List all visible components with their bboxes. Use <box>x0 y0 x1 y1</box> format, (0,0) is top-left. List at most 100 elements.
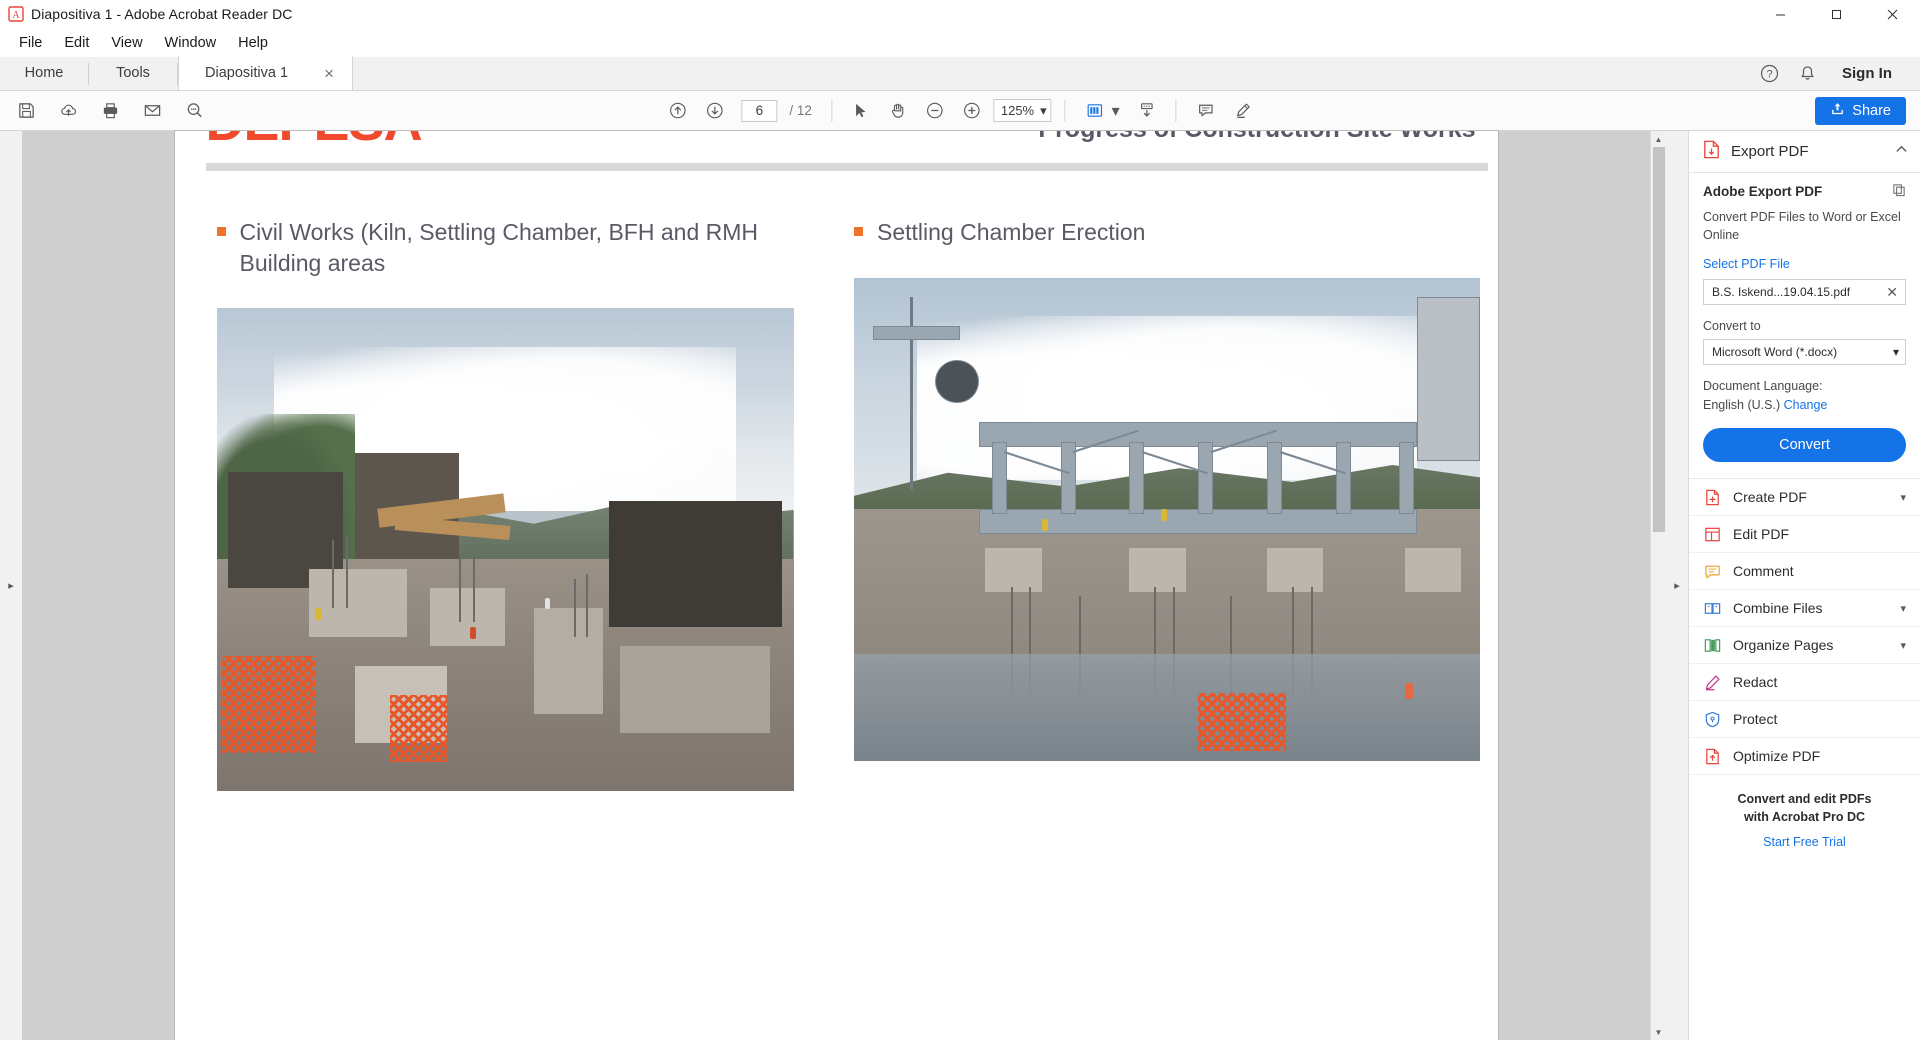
toolbar-left-group <box>0 96 210 126</box>
fit-page-icon[interactable] <box>1079 96 1111 126</box>
start-free-trial-link[interactable]: Start Free Trial <box>1707 835 1902 849</box>
page-up-icon[interactable] <box>661 96 693 126</box>
document-language-value: English (U.S.) <box>1703 398 1781 413</box>
bullet-item: Settling Chamber Erection <box>854 217 1482 248</box>
bullet-square-icon <box>216 227 226 236</box>
email-icon[interactable] <box>136 96 168 126</box>
tool-label: Edit PDF <box>1733 526 1790 543</box>
selected-file-field[interactable]: B.S. Iskend...19.04.15.pdf ✕ <box>1703 279 1906 306</box>
chevron-down-icon[interactable]: ▾ <box>1900 639 1906 652</box>
convert-button[interactable]: Convert <box>1703 428 1906 463</box>
acrobat-pro-promo: Convert and edit PDFs with Acrobat Pro D… <box>1689 791 1920 849</box>
vertical-scrollbar[interactable]: ▲ ▼ <box>1650 131 1666 1040</box>
notification-bell-icon[interactable] <box>1790 56 1824 90</box>
tool-comment[interactable]: Comment <box>1689 553 1920 591</box>
close-button[interactable] <box>1864 0 1920 29</box>
bullet-square-icon <box>854 227 863 236</box>
menu-view[interactable]: View <box>100 32 153 54</box>
zoom-level-value: 125% <box>1000 103 1035 118</box>
menu-edit[interactable]: Edit <box>53 32 100 54</box>
tool-edit-pdf[interactable]: Edit PDF <box>1689 516 1920 554</box>
fit-page-chevron-icon[interactable]: ▾ <box>1112 101 1120 121</box>
menu-help[interactable]: Help <box>227 32 279 54</box>
toolbar-divider-3 <box>1175 99 1177 122</box>
scroll-up-icon[interactable]: ▲ <box>1651 131 1666 147</box>
chevron-up-icon[interactable] <box>1895 143 1908 161</box>
chevron-down-icon[interactable]: ▾ <box>1893 345 1899 359</box>
tab-home[interactable]: Home <box>0 56 88 90</box>
window-title: Diapositiva 1 - Adobe Acrobat Reader DC <box>31 6 293 22</box>
left-pane-toggle[interactable]: ▸ <box>0 131 22 1040</box>
combine-files-icon <box>1703 599 1722 618</box>
tool-protect[interactable]: Protect <box>1689 701 1920 739</box>
save-icon[interactable] <box>10 96 42 126</box>
comment-icon[interactable] <box>1190 96 1222 126</box>
maximize-button[interactable] <box>1808 0 1864 29</box>
chevron-down-icon[interactable]: ▾ <box>1900 491 1906 504</box>
hand-tool-icon[interactable] <box>882 96 914 126</box>
tab-bar: Home Tools Diapositiva 1 × ? Sign In <box>0 56 1920 91</box>
tab-document[interactable]: Diapositiva 1 × <box>178 56 353 90</box>
clear-file-icon[interactable]: ✕ <box>1883 284 1901 301</box>
tool-combine-files[interactable]: Combine Files ▾ <box>1689 590 1920 628</box>
share-button[interactable]: Share <box>1815 96 1906 125</box>
menu-bar: File Edit View Window Help <box>0 29 1920 57</box>
copy-icon[interactable] <box>1892 183 1906 200</box>
adobe-export-pdf-heading: Adobe Export PDF <box>1703 183 1906 200</box>
toolbar-divider-2 <box>1064 99 1066 122</box>
adobe-export-pdf-label: Adobe Export PDF <box>1703 184 1823 199</box>
promo-line-1: Convert and edit PDFs <box>1737 792 1872 807</box>
page-number-input[interactable]: 6 <box>741 99 778 122</box>
zoom-level-combobox[interactable]: 125% ▾ <box>992 99 1052 122</box>
select-pdf-file-link[interactable]: Select PDF File <box>1703 257 1906 271</box>
minimize-button[interactable] <box>1752 0 1808 29</box>
print-icon[interactable] <box>94 96 126 126</box>
tab-document-label: Diapositiva 1 <box>205 65 289 81</box>
document-language-line: English (U.S.) Change <box>1703 398 1906 412</box>
tool-label: Create PDF <box>1733 489 1807 506</box>
tool-create-pdf[interactable]: Create PDF ▾ <box>1689 479 1920 517</box>
convert-to-select[interactable]: Microsoft Word (*.docx) ▾ <box>1703 339 1906 366</box>
chevron-down-icon[interactable]: ▾ <box>1040 103 1047 119</box>
scroll-down-icon[interactable]: ▼ <box>1651 1024 1666 1040</box>
redact-icon <box>1703 673 1722 692</box>
scroll-mode-icon[interactable] <box>1131 96 1163 126</box>
scrollbar-thumb[interactable] <box>1653 147 1665 532</box>
menu-window[interactable]: Window <box>154 32 228 54</box>
page-total-label: / 12 <box>789 103 812 118</box>
tool-redact[interactable]: Redact <box>1689 664 1920 702</box>
depesa-logo: DEPESA <box>206 131 423 153</box>
menu-file[interactable]: File <box>8 32 53 54</box>
chevron-down-icon[interactable]: ▾ <box>1900 602 1906 615</box>
create-pdf-icon <box>1703 488 1722 507</box>
zoom-in-icon[interactable] <box>956 96 988 126</box>
acrobat-icon: A <box>8 6 24 22</box>
upload-cloud-icon[interactable] <box>52 96 84 126</box>
page-down-icon[interactable] <box>698 96 730 126</box>
share-icon <box>1830 101 1845 120</box>
right-pane-toggle[interactable]: ▸ <box>1666 131 1688 1040</box>
help-icon[interactable]: ? <box>1752 56 1786 90</box>
slide-title: Progress of Construction Site Works <box>1038 131 1475 144</box>
close-icon[interactable]: × <box>320 63 338 84</box>
toolbar-right-group: Share <box>1815 96 1920 125</box>
zoom-search-icon[interactable] <box>178 96 210 126</box>
tool-label: Combine Files <box>1733 600 1823 617</box>
tab-tools[interactable]: Tools <box>89 56 177 90</box>
sign-in-button[interactable]: Sign In <box>1828 65 1906 82</box>
tool-organize-pages[interactable]: Organize Pages ▾ <box>1689 627 1920 665</box>
change-language-link[interactable]: Change <box>1784 398 1828 412</box>
document-scroll-column: DEPESA Progress of Construction Site Wor… <box>22 131 1666 1040</box>
document-viewport[interactable]: DEPESA Progress of Construction Site Wor… <box>22 131 1650 1040</box>
promo-line-2: with Acrobat Pro DC <box>1743 809 1866 824</box>
select-cursor-icon[interactable] <box>845 96 877 126</box>
window-controls <box>1752 0 1920 29</box>
zoom-out-icon[interactable] <box>919 96 951 126</box>
slide-column-right: Settling Chamber Erection <box>836 217 1498 791</box>
highlight-pen-icon[interactable] <box>1227 96 1259 126</box>
pdf-page: DEPESA Progress of Construction Site Wor… <box>174 131 1498 1040</box>
convert-to-value: Microsoft Word (*.docx) <box>1712 345 1838 360</box>
tool-optimize-pdf[interactable]: Optimize PDF <box>1689 738 1920 776</box>
construction-photo-right <box>854 277 1480 761</box>
export-pdf-header[interactable]: Export PDF <box>1689 131 1920 173</box>
